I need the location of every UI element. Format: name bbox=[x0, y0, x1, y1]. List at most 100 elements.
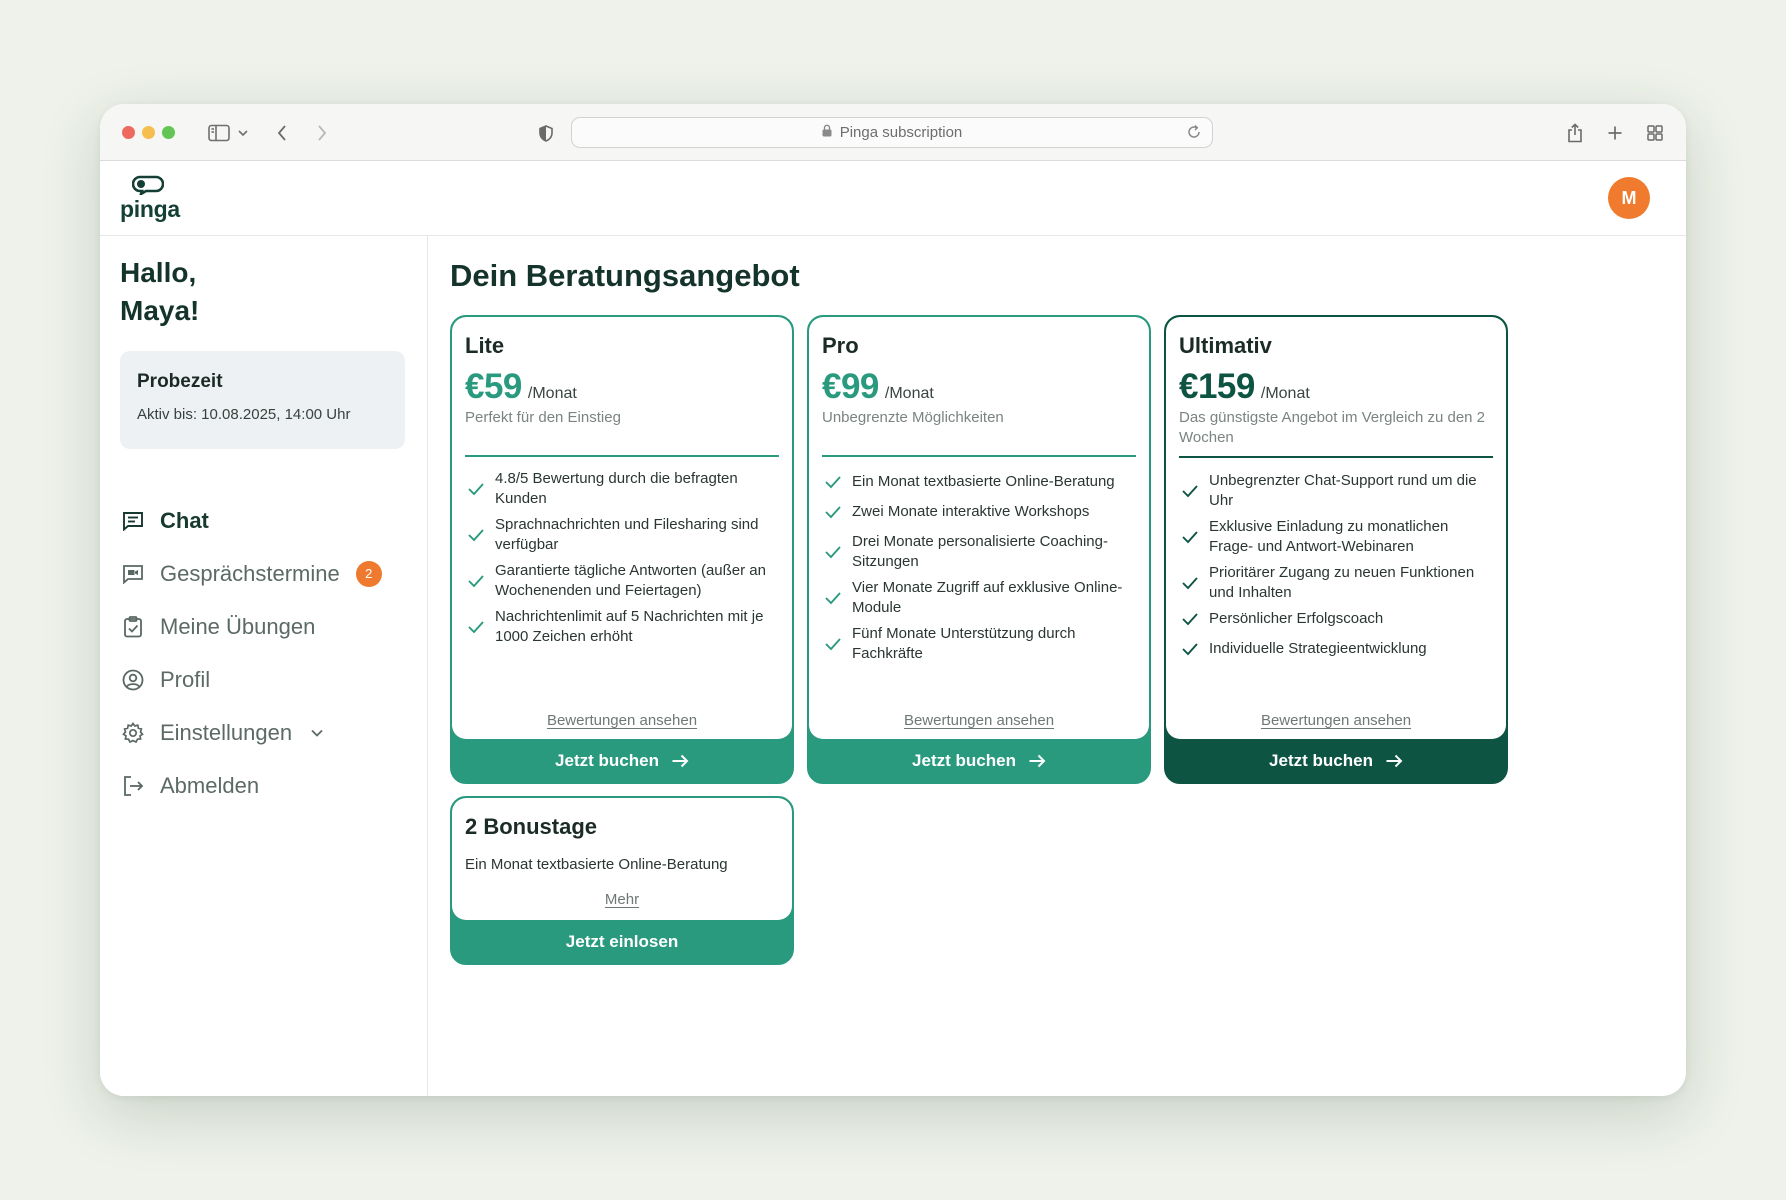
reviews-link[interactable]: Bewertungen ansehen bbox=[452, 712, 792, 729]
check-icon bbox=[1179, 642, 1201, 656]
address-bar[interactable]: Pinga subscription bbox=[571, 117, 1213, 148]
feature-text: Exklusive Einladung zu monatlichen Frage… bbox=[1209, 518, 1449, 555]
back-arrow-icon[interactable] bbox=[272, 118, 292, 148]
chevron-down-icon[interactable] bbox=[236, 118, 250, 148]
redeem-button-label: Jetzt einlosen bbox=[565, 931, 679, 951]
sidebar-item-label: Abmelden bbox=[160, 772, 260, 798]
feature-text: Sprachnachrichten und Filesharing sind v… bbox=[495, 516, 759, 553]
sidebar-item-settings[interactable]: Einstellungen bbox=[120, 706, 410, 759]
logo-text: pinga bbox=[120, 196, 180, 222]
plan-feature-list: Unbegrenzter Chat-Support rund um die Uh… bbox=[1179, 471, 1496, 665]
chevron-down-icon[interactable] bbox=[310, 728, 324, 738]
sidebar-item-exercises[interactable]: Meine Übungen bbox=[120, 600, 410, 653]
feature-item: Garantierte tägliche Antworten (außer an… bbox=[465, 561, 782, 601]
plan-price-row: €59 /Monat bbox=[465, 367, 577, 407]
sidebar-item-label: Meine Übungen bbox=[160, 613, 316, 639]
plan-price-row: €159 /Monat bbox=[1179, 367, 1310, 407]
redeem-button[interactable]: Jetzt einlosen bbox=[452, 920, 792, 963]
feature-item: Unbegrenzter Chat-Support rund um die Uh… bbox=[1179, 471, 1496, 511]
plan-feature-list: 4.8/5 Bewertung durch die befragten Kund… bbox=[465, 469, 782, 653]
pinga-logo[interactable]: pinga bbox=[118, 173, 190, 225]
book-button-label: Jetzt buchen bbox=[555, 750, 659, 770]
privacy-shield-icon[interactable] bbox=[536, 118, 556, 148]
feature-text: Persönlicher Erfolgscoach bbox=[1209, 610, 1384, 627]
reload-icon[interactable] bbox=[1186, 124, 1202, 144]
plan-divider bbox=[1179, 456, 1493, 458]
plan-tagline: Perfekt für den Einstieg bbox=[465, 409, 621, 426]
reviews-link[interactable]: Bewertungen ansehen bbox=[809, 712, 1149, 729]
tab-overview-icon[interactable] bbox=[1645, 118, 1665, 148]
check-icon bbox=[1179, 484, 1201, 498]
feature-item: Persönlicher Erfolgscoach bbox=[1179, 609, 1496, 629]
app-header: pinga M bbox=[100, 161, 1686, 236]
plan-period: /Monat bbox=[1260, 385, 1310, 402]
user-circle-icon bbox=[120, 667, 146, 693]
check-icon bbox=[822, 475, 844, 489]
feature-text: Garantierte tägliche Antworten (außer an… bbox=[495, 562, 766, 599]
book-button[interactable]: Jetzt buchen bbox=[452, 739, 792, 782]
new-tab-icon[interactable] bbox=[1605, 118, 1625, 148]
logout-icon bbox=[120, 773, 146, 799]
more-link[interactable]: Mehr bbox=[452, 891, 792, 908]
minimize-window-button[interactable] bbox=[142, 126, 155, 139]
plan-divider bbox=[465, 455, 779, 457]
sidebar-item-chat[interactable]: Chat bbox=[120, 494, 410, 547]
plan-name: Lite bbox=[465, 333, 505, 358]
book-button[interactable]: Jetzt buchen bbox=[809, 739, 1149, 782]
feature-text: Vier Monate Zugriff auf exklusive Online… bbox=[852, 579, 1123, 616]
plan-name: Ultimativ bbox=[1179, 333, 1272, 358]
feature-text: 4.8/5 Bewertung durch die befragten Kund… bbox=[495, 470, 738, 507]
check-icon bbox=[1179, 576, 1201, 590]
lock-icon bbox=[822, 124, 832, 141]
sidebar-item-appointments[interactable]: Gesprächstermine 2 bbox=[120, 547, 410, 600]
book-button[interactable]: Jetzt buchen bbox=[1166, 739, 1506, 782]
check-icon bbox=[822, 505, 844, 519]
check-icon bbox=[465, 528, 487, 542]
plan-period: /Monat bbox=[884, 385, 934, 402]
sidebar-item-logout[interactable]: Abmelden bbox=[120, 759, 410, 812]
notification-badge: 2 bbox=[355, 560, 382, 587]
book-button-label: Jetzt buchen bbox=[1269, 750, 1373, 770]
feature-item: Exklusive Einladung zu monatlichen Frage… bbox=[1179, 517, 1496, 557]
avatar[interactable]: M bbox=[1608, 177, 1650, 219]
forward-arrow-icon[interactable] bbox=[312, 118, 332, 148]
trial-expiry: Aktiv bis: 10.08.2025, 14:00 Uhr bbox=[137, 406, 351, 423]
check-icon bbox=[822, 591, 844, 605]
chat-icon bbox=[120, 508, 146, 534]
sidebar-item-label: Gesprächstermine bbox=[160, 560, 340, 586]
feature-text: Fünf Monate Unterstützung durch Fachkräf… bbox=[852, 625, 1076, 662]
arrow-right-icon bbox=[1385, 754, 1403, 768]
trial-title: Probezeit bbox=[137, 371, 223, 392]
plan-feature-list: Ein Monat textbasierte Online-Beratung Z… bbox=[822, 472, 1139, 670]
greeting-line-2: Maya! bbox=[120, 295, 200, 326]
sidebar-nav: Chat Gesprächstermine 2 Meine Übungen Pr… bbox=[120, 494, 410, 812]
bonus-card: 2 Bonustage Ein Monat textbasierte Onlin… bbox=[450, 796, 794, 965]
reviews-link[interactable]: Bewertungen ansehen bbox=[1166, 712, 1506, 729]
sidebar-toggle-icon[interactable] bbox=[206, 118, 232, 148]
feature-item: Drei Monate personalisierte Coaching-Sit… bbox=[822, 532, 1139, 572]
feature-item: Nachrichtenlimit auf 5 Nachrichten mit j… bbox=[465, 607, 782, 647]
plan-card-body: Ultimativ €159 /Monat Das günstigste Ang… bbox=[1166, 317, 1506, 739]
check-icon bbox=[465, 482, 487, 496]
sidebar-item-profile[interactable]: Profil bbox=[120, 653, 410, 706]
video-call-icon bbox=[120, 561, 146, 587]
feature-item: Fünf Monate Unterstützung durch Fachkräf… bbox=[822, 624, 1139, 664]
feature-text: Drei Monate personalisierte Coaching-Sit… bbox=[852, 533, 1108, 570]
feature-text: Ein Monat textbasierte Online-Beratung bbox=[852, 473, 1115, 490]
plan-name: Pro bbox=[822, 333, 859, 358]
sidebar-item-label: Chat bbox=[160, 507, 209, 533]
plan-card-ultimativ: Ultimativ €159 /Monat Das günstigste Ang… bbox=[1164, 315, 1508, 784]
share-icon[interactable] bbox=[1564, 118, 1586, 148]
check-icon bbox=[1179, 612, 1201, 626]
close-window-button[interactable] bbox=[122, 126, 135, 139]
gear-icon bbox=[120, 720, 146, 746]
plan-price-row: €99 /Monat bbox=[822, 367, 934, 407]
feature-item: Vier Monate Zugriff auf exklusive Online… bbox=[822, 578, 1139, 618]
feature-item: Prioritärer Zugang zu neuen Funktionen u… bbox=[1179, 563, 1496, 603]
sidebar: Hallo, Maya! Probezeit Aktiv bis: 10.08.… bbox=[100, 236, 428, 1096]
plan-price: €99 bbox=[822, 367, 879, 406]
sidebar-item-label: Einstellungen bbox=[160, 719, 293, 745]
check-icon bbox=[1179, 530, 1201, 544]
zoom-window-button[interactable] bbox=[162, 126, 175, 139]
plan-price: €159 bbox=[1179, 367, 1255, 406]
